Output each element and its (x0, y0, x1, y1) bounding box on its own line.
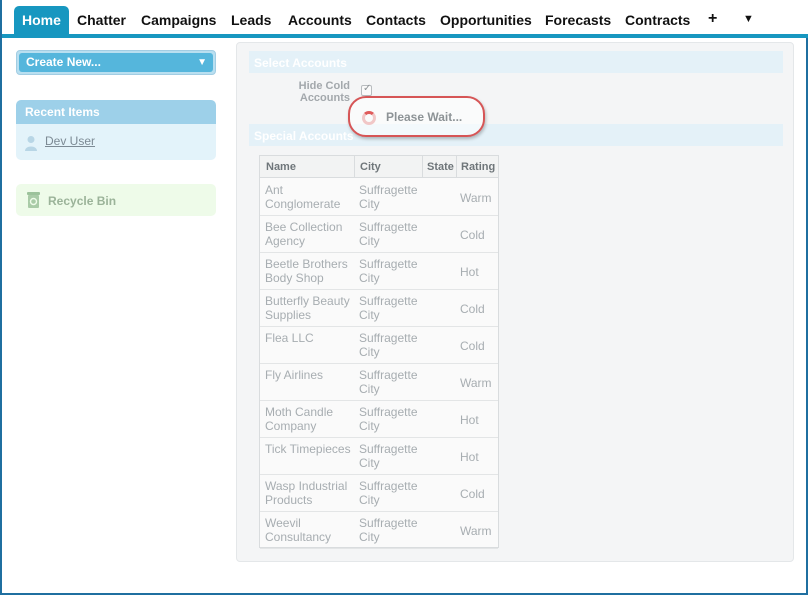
cell-city: Suffragette City (359, 405, 418, 433)
tab-chatter[interactable]: Chatter (77, 6, 126, 34)
cell-name: Beetle Brothers Body Shop (265, 257, 348, 285)
cell-city: Suffragette City (359, 294, 418, 322)
accounts-table: Name City State Rating Ant Conglomerate S… (259, 155, 499, 549)
tab-leads[interactable]: Leads (231, 6, 271, 34)
cell-name: Butterfly Beauty Supplies (265, 294, 350, 322)
cell-rating: Warm (460, 524, 492, 538)
cell-name: Ant Conglomerate (265, 183, 341, 211)
cell-name: Wasp Industrial Products (265, 479, 348, 507)
cell-rating: Hot (460, 450, 479, 464)
cell-rating: Cold (460, 302, 485, 316)
column-header-state[interactable]: State (427, 161, 454, 173)
table-row[interactable]: Fly Airlines Suffragette City Warm (260, 364, 498, 401)
add-tab-icon[interactable]: + (708, 6, 717, 34)
tab-contracts[interactable]: Contracts (625, 6, 690, 34)
table-row[interactable]: Tick Timepieces Suffragette City Hot (260, 438, 498, 475)
tab-contacts[interactable]: Contacts (366, 6, 426, 34)
cell-name: Fly Airlines (265, 368, 324, 382)
cell-rating: Cold (460, 228, 485, 242)
recent-item-link[interactable]: Dev User (45, 134, 95, 148)
create-new-button[interactable]: Create New... ▼ (19, 53, 213, 72)
table-header: Name City State Rating (260, 156, 498, 178)
app-frame: Home Chatter Campaigns Leads Accounts Co… (0, 0, 808, 595)
cell-name: Bee Collection Agency (265, 220, 343, 248)
cell-city: Suffragette City (359, 331, 418, 359)
tab-campaigns[interactable]: Campaigns (141, 6, 216, 34)
cell-rating: Warm (460, 376, 492, 390)
please-wait-text: Please Wait... (386, 110, 463, 124)
tab-bar: Home Chatter Campaigns Leads Accounts Co… (2, 0, 808, 38)
column-divider (456, 156, 457, 178)
recycle-bin[interactable]: Recycle Bin (16, 184, 216, 216)
cell-rating: Hot (460, 265, 479, 279)
recycle-bin-icon (27, 192, 40, 208)
column-divider (422, 156, 423, 178)
hide-cold-accounts-checkbox[interactable]: ✓ (361, 83, 372, 96)
checkmark-icon: ✓ (363, 83, 372, 94)
recycle-bin-label: Recycle Bin (48, 194, 117, 208)
table-row[interactable]: Moth Candle Company Suffragette City Hot (260, 401, 498, 438)
cell-city: Suffragette City (359, 368, 418, 396)
column-divider (354, 156, 355, 178)
table-row[interactable]: Wasp Industrial Products Suffragette City… (260, 475, 498, 512)
cell-name: Flea LLC (265, 331, 314, 345)
more-tabs-icon[interactable]: ▼ (743, 6, 754, 34)
tab-home[interactable]: Home (14, 6, 69, 34)
column-header-city[interactable]: City (360, 161, 381, 173)
cell-city: Suffragette City (359, 183, 418, 211)
create-new-label: Create New... (26, 55, 101, 69)
loading-spinner-icon (362, 111, 376, 125)
special-accounts-header: Special Accounts (249, 124, 783, 146)
table-row[interactable]: Bee Collection Agency Suffragette City Col… (260, 216, 498, 253)
cell-rating: Cold (460, 339, 485, 353)
tab-opportunities[interactable]: Opportunities (440, 6, 532, 34)
column-header-name[interactable]: Name (266, 161, 296, 173)
recent-items-header: Recent Items (16, 100, 216, 124)
cell-city: Suffragette City (359, 479, 418, 507)
table-row[interactable]: Ant Conglomerate Suffragette City Warm (260, 179, 498, 216)
cell-city: Suffragette City (359, 442, 418, 470)
please-wait-indicator: Please Wait... (348, 96, 485, 137)
cell-city: Suffragette City (359, 257, 418, 285)
user-icon (25, 136, 37, 151)
table-row[interactable]: Flea LLC Suffragette City Cold (260, 327, 498, 364)
tab-forecasts[interactable]: Forecasts (545, 6, 611, 34)
tab-accounts[interactable]: Accounts (288, 6, 352, 34)
cell-rating: Warm (460, 191, 492, 205)
cell-rating: Hot (460, 413, 479, 427)
table-row[interactable]: Weevil Consultancy Suffragette City Warm (260, 512, 498, 549)
cell-name: Weevil Consultancy (265, 516, 332, 544)
cell-rating: Cold (460, 487, 485, 501)
cell-name: Moth Candle Company (265, 405, 334, 433)
recent-items-list: Dev User (16, 124, 216, 160)
create-new-dropdown[interactable]: Create New... ▼ (16, 50, 216, 75)
table-row[interactable]: Butterfly Beauty Supplies Suffragette Cit… (260, 290, 498, 327)
column-header-rating[interactable]: Rating (461, 161, 495, 173)
select-accounts-header: Select Accounts (249, 51, 783, 73)
cell-city: Suffragette City (359, 220, 418, 248)
hide-cold-accounts-label: Hide Cold Accounts (298, 80, 350, 104)
cell-name: Tick Timepieces (265, 442, 351, 456)
chevron-down-icon: ▼ (197, 57, 207, 68)
cell-city: Suffragette City (359, 516, 418, 544)
table-row[interactable]: Beetle Brothers Body Shop Suffragette Cit… (260, 253, 498, 290)
